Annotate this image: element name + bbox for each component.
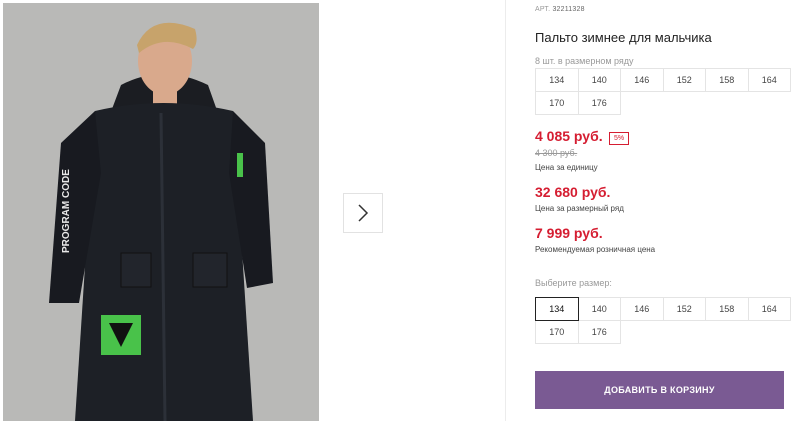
gallery-next-button[interactable] [343,193,383,233]
size-option[interactable]: 140 [577,297,621,321]
size-option[interactable]: 146 [620,297,664,321]
svg-text:PROGRAM CODE: PROGRAM CODE [61,169,72,253]
unit-price-caption: Цена за единицу [535,163,598,172]
size-option[interactable]: 176 [577,320,621,344]
size-row-grid: 134 140 146 152 158 164 170 176 [535,68,791,115]
discount-badge: 5% [609,132,630,145]
size-row-label: 8 шт. в размерном ряду [535,56,634,66]
product-title: Пальто зимнее для мальчика [535,30,712,45]
retail-price-caption: Рекомендуемая розничная цена [535,245,656,254]
retail-price: 7 999 руб. [535,225,603,241]
size-row-cell: 152 [662,68,706,92]
chevron-right-icon [358,204,369,222]
size-option[interactable]: 152 [662,297,706,321]
size-picker-label: Выберите размер: [535,278,612,288]
article-number: АРТ. 32211328 [535,6,585,13]
size-row-cell: 164 [747,68,791,92]
add-to-cart-button[interactable]: ДОБАВИТЬ В КОРЗИНУ [535,371,784,409]
size-row-cell: 158 [705,68,749,92]
size-row-cell: 134 [535,68,579,92]
old-price: 4 300 руб. [535,148,578,158]
size-option[interactable]: 164 [747,297,791,321]
coat-illustration: PROGRAM CODE [3,3,319,421]
size-row-cell: 140 [577,68,621,92]
size-picker-grid: 134 140 146 152 158 164 170 176 [535,297,791,344]
size-option[interactable]: 170 [535,320,579,344]
column-divider [505,0,506,421]
size-row-cell: 170 [535,91,579,115]
product-photo[interactable]: PROGRAM CODE [3,3,319,421]
size-option[interactable]: 158 [705,297,749,321]
row-price: 32 680 руб. [535,184,611,200]
row-price-caption: Цена за размерный ряд [535,204,624,213]
size-option-selected[interactable]: 134 [535,297,579,321]
size-row-cell: 176 [577,91,621,115]
article-label: АРТ. [535,6,551,13]
product-gallery: PROGRAM CODE [0,0,505,421]
unit-price: 4 085 руб. [535,128,603,144]
article-value: 32211328 [552,6,585,13]
size-row-cell: 146 [620,68,664,92]
